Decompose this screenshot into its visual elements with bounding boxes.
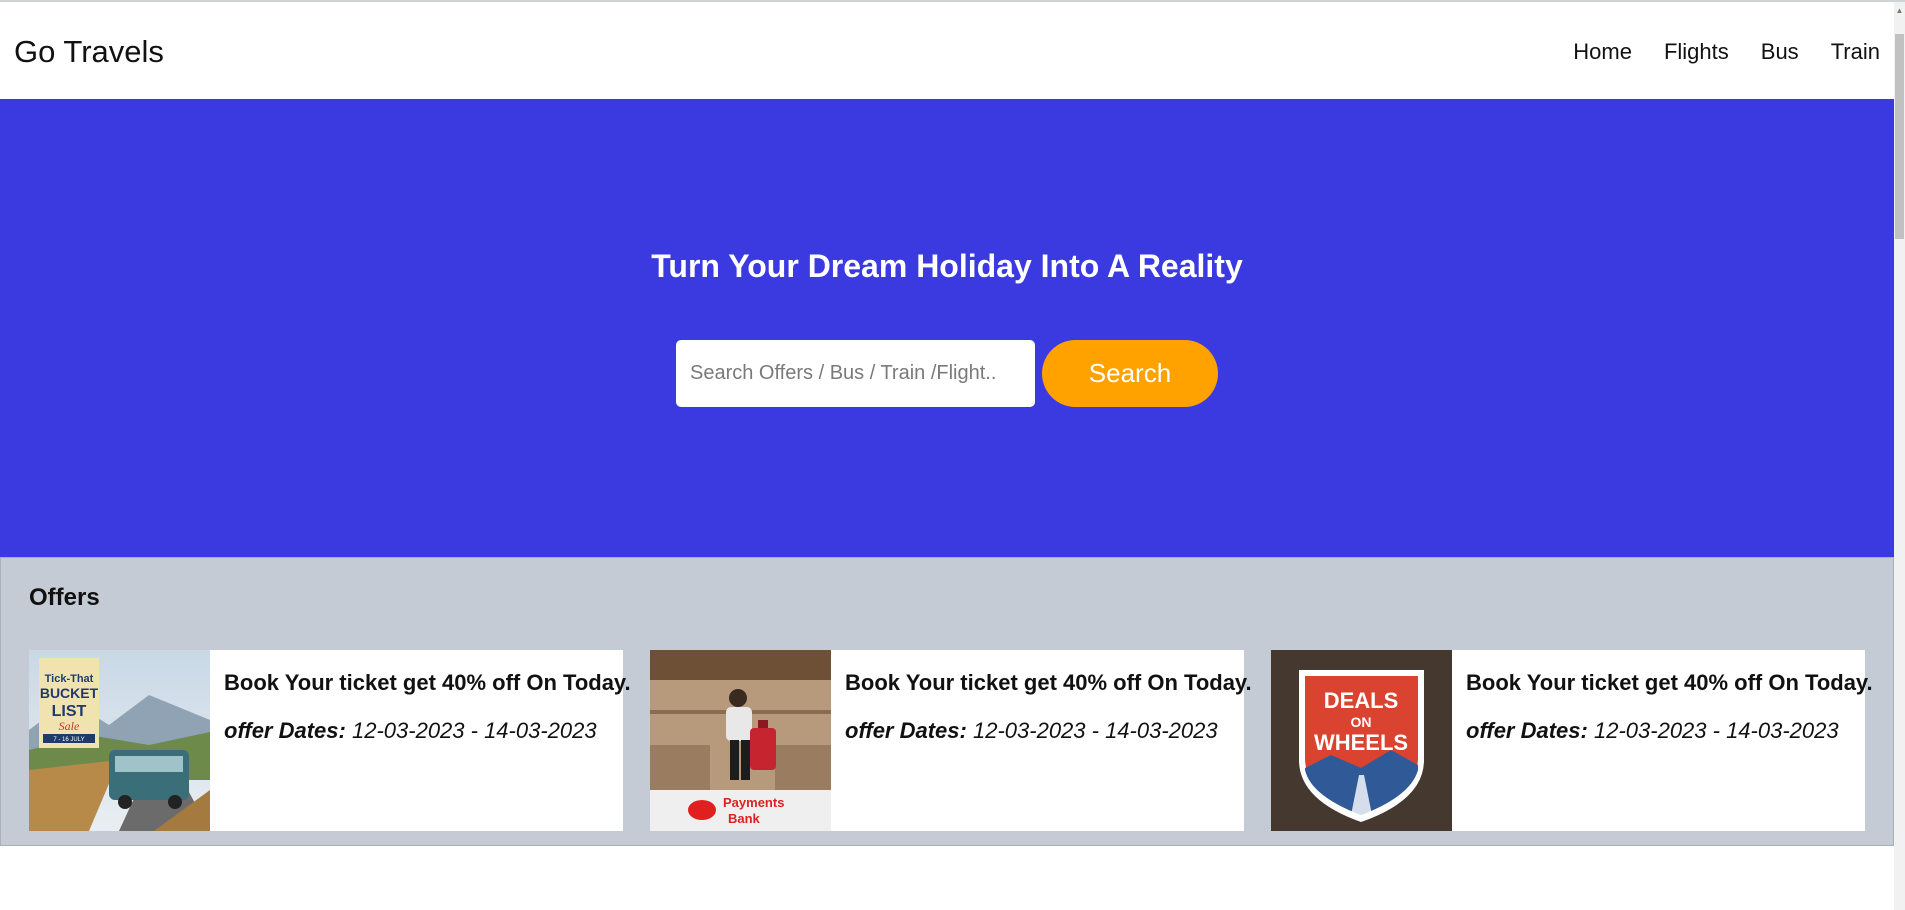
offer-dates-label: offer Dates:	[845, 718, 967, 743]
vertical-scrollbar[interactable]: ▲	[1894, 2, 1905, 910]
bus-bucket-list-sale-image: Tick-That BUCKET LIST Sale 7 - 16 JULY	[29, 650, 210, 831]
offers-section: Offers Tick-That BUCKET LIST Sale 7 - 16…	[0, 557, 1894, 846]
image-caption: BUCKET	[40, 685, 99, 701]
offer-dates-value: 12-03-2023 - 14-03-2023	[1593, 718, 1839, 743]
offer-headline: Book Your ticket get 40% off On Today.	[845, 670, 1252, 695]
image-caption: 7 - 16 JULY	[53, 737, 84, 743]
nav-link-bus[interactable]: Bus	[1761, 39, 1799, 65]
search-button[interactable]: Search	[1042, 340, 1218, 407]
image-caption: ON	[1351, 714, 1372, 730]
offers-title: Offers	[29, 584, 100, 611]
search-bar: Search	[676, 340, 1218, 407]
offer-dates-value: 12-03-2023 - 14-03-2023	[972, 718, 1218, 743]
search-input[interactable]	[676, 340, 1035, 407]
offer-card[interactable]: Tick-That BUCKET LIST Sale 7 - 16 JULY B…	[29, 650, 631, 831]
offer-card[interactable]: Payments Bank Book Your ticket get 40% o…	[650, 650, 1252, 831]
offer-text: Book Your ticket get 40% off On Today. o…	[1452, 650, 1873, 831]
offer-text: Book Your ticket get 40% off On Today. o…	[831, 650, 1252, 831]
image-caption: Bank	[728, 811, 761, 826]
nav-link-train[interactable]: Train	[1831, 39, 1880, 65]
deals-on-wheels-badge-image: DEALS ON WHEELS	[1271, 650, 1452, 831]
offer-headline: Book Your ticket get 40% off On Today.	[1466, 670, 1873, 695]
hero-title: Turn Your Dream Holiday Into A Reality	[651, 248, 1243, 284]
offer-card[interactable]: DEALS ON WHEELS Book Your ticket get 40%…	[1271, 650, 1873, 831]
offer-headline: Book Your ticket get 40% off On Today.	[224, 670, 631, 695]
image-caption: LIST	[52, 703, 87, 720]
offer-dates-label: offer Dates:	[1466, 718, 1588, 743]
scrollbar-thumb[interactable]	[1895, 34, 1904, 239]
browser-viewport: Go Travels Home Flights Bus Train Turn Y…	[0, 0, 1905, 910]
image-caption: Tick-That	[45, 673, 94, 685]
image-caption: Payments	[723, 795, 784, 810]
offer-text: Book Your ticket get 40% off On Today. o…	[210, 650, 631, 831]
offer-dates: offer Dates: 12-03-2023 - 14-03-2023	[1466, 718, 1873, 744]
brand-logo[interactable]: Go Travels	[14, 34, 164, 70]
scroll-up-arrow-icon[interactable]: ▲	[1894, 4, 1905, 18]
nav-link-home[interactable]: Home	[1573, 39, 1632, 65]
offer-dates-value: 12-03-2023 - 14-03-2023	[351, 718, 597, 743]
offer-dates-label: offer Dates:	[224, 718, 346, 743]
image-caption: DEALS	[1324, 688, 1399, 713]
nav-link-flights[interactable]: Flights	[1664, 39, 1729, 65]
offer-dates: offer Dates: 12-03-2023 - 14-03-2023	[224, 718, 631, 744]
hero-banner: Turn Your Dream Holiday Into A Reality S…	[0, 99, 1894, 557]
image-caption: WHEELS	[1314, 730, 1408, 755]
offer-dates: offer Dates: 12-03-2023 - 14-03-2023	[845, 718, 1252, 744]
page-content: Go Travels Home Flights Bus Train Turn Y…	[0, 4, 1894, 910]
image-caption: Sale	[59, 719, 80, 733]
nav-links: Home Flights Bus Train	[1573, 39, 1880, 65]
offer-cards: Tick-That BUCKET LIST Sale 7 - 16 JULY B…	[29, 650, 1873, 831]
traveler-payments-bank-image: Payments Bank	[650, 650, 831, 831]
navbar: Go Travels Home Flights Bus Train	[0, 4, 1894, 99]
